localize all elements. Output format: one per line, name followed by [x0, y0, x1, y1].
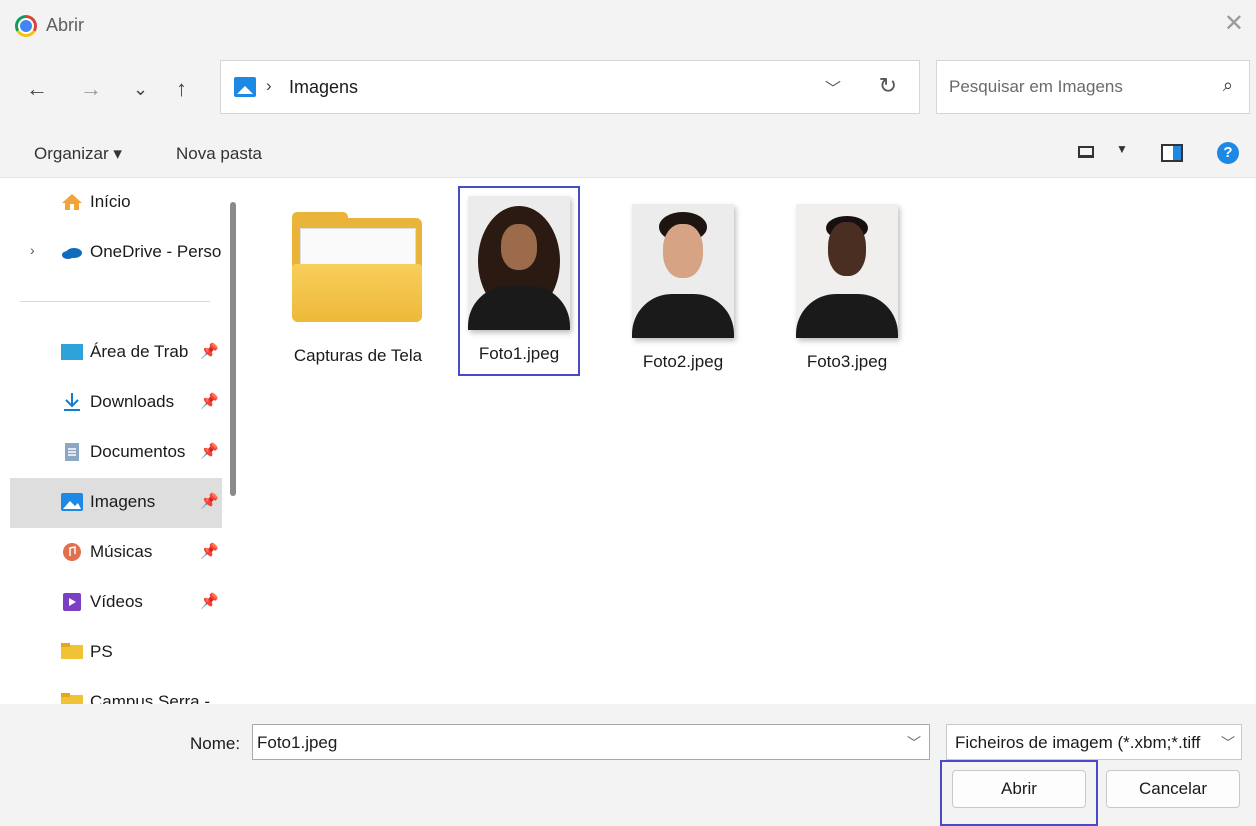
sidebar-item-pictures[interactable]: Imagens 📌: [10, 478, 222, 528]
sidebar-item-label: Documentos: [90, 442, 186, 461]
sidebar-item-label: Músicas: [90, 542, 153, 561]
navigation-pane: Início › OneDrive - Perso Área de Trab 📌…: [0, 178, 248, 704]
sidebar-item-label: Área de Trab: [90, 342, 189, 361]
file-name: Foto1.jpeg: [478, 344, 560, 363]
view-dropdown-icon[interactable]: ▼: [1116, 142, 1128, 156]
window-title: Abrir: [46, 15, 85, 35]
search-icon[interactable]: ⌕: [1223, 75, 1233, 96]
up-button[interactable]: ↑: [176, 76, 187, 102]
chrome-icon: [15, 15, 37, 37]
sidebar-item-label: Vídeos: [90, 592, 143, 611]
open-button[interactable]: Abrir: [952, 770, 1086, 808]
video-icon: [63, 593, 81, 611]
path-segment-imagens[interactable]: Imagens: [289, 77, 358, 98]
sidebar-item-documents[interactable]: Documentos 📌: [10, 428, 222, 478]
help-icon[interactable]: ?: [1217, 142, 1239, 164]
refresh-icon[interactable]: ↻: [879, 73, 897, 99]
file-name: Capturas de Tela: [293, 346, 423, 365]
sidebar-item-desktop[interactable]: Área de Trab 📌: [10, 328, 222, 378]
folder-front: [292, 264, 422, 322]
file-name: Foto2.jpeg: [642, 352, 724, 371]
file-name-value: Foto1.jpeg: [257, 733, 338, 752]
pictures-icon: [61, 493, 83, 511]
foto3-thumbnail: [796, 204, 898, 338]
sidebar-item-label: Downloads: [90, 392, 175, 411]
sidebar-item-label: Início: [90, 192, 131, 211]
sidebar-item-inicio[interactable]: Início: [10, 178, 222, 228]
chevron-down-icon[interactable]: ﹀: [907, 733, 921, 753]
title-bar: Abrir ✕: [0, 0, 1256, 52]
sidebar-divider: [20, 301, 210, 302]
music-icon: [63, 543, 81, 561]
command-bar: Organizar ▾ Nova pasta ▼ ?: [0, 128, 1256, 178]
file-type-value: Ficheiros de imagem (*.xbm;*.tiff: [955, 733, 1201, 752]
sidebar-item-label: Imagens: [90, 492, 156, 511]
pin-icon: 📌: [200, 393, 219, 410]
file-type-select[interactable]: Ficheiros de imagem (*.xbm;*.tiff ﹀: [946, 724, 1242, 760]
expand-chevron-icon[interactable]: ›: [30, 242, 35, 258]
sidebar-scrollbar[interactable]: [230, 202, 236, 496]
address-bar[interactable]: › Imagens ﹀ ↻: [220, 60, 920, 114]
file-list: Capturas de Tela Foto1.jpeg Foto2.jpeg F…: [248, 178, 1256, 704]
home-icon: [62, 194, 82, 210]
foto2-thumbnail: [632, 204, 734, 338]
sidebar-item-downloads[interactable]: Downloads 📌: [10, 378, 222, 428]
pin-icon: 📌: [200, 493, 219, 510]
pin-icon: 📌: [200, 343, 219, 360]
back-button[interactable]: ←: [26, 76, 48, 102]
sidebar-item-ps[interactable]: PS: [10, 628, 222, 678]
folder-icon: [61, 693, 83, 704]
cancel-button[interactable]: Cancelar: [1106, 770, 1240, 808]
document-icon: [65, 443, 79, 461]
recent-locations-button[interactable]: ⌄: [133, 76, 148, 102]
dialog-footer: Nome: Foto1.jpeg ﹀ Ficheiros de imagem (…: [0, 704, 1256, 826]
path-separator: ›: [266, 76, 272, 95]
search-input[interactable]: Pesquisar em Imagens: [949, 77, 1123, 97]
file-item-foto1[interactable]: Foto1.jpeg: [458, 186, 580, 376]
chevron-down-icon[interactable]: ﹀: [1219, 733, 1235, 753]
sidebar-item-music[interactable]: Músicas 📌: [10, 528, 222, 578]
sidebar-item-onedrive[interactable]: › OneDrive - Perso: [10, 228, 222, 278]
organize-button[interactable]: Organizar ▾: [34, 144, 122, 164]
file-name-label: Nome:: [190, 734, 241, 753]
sidebar-item-label: PS: [90, 642, 113, 661]
sidebar-item-label: OneDrive - Perso: [90, 242, 222, 261]
chevron-down-icon[interactable]: ﹀: [825, 75, 841, 99]
close-icon[interactable]: ✕: [1224, 10, 1244, 38]
pin-icon: 📌: [200, 543, 219, 560]
pictures-icon: [234, 77, 256, 97]
preview-pane-icon[interactable]: [1161, 144, 1183, 162]
file-name-input[interactable]: Foto1.jpeg ﹀: [252, 724, 930, 760]
sidebar-item-label: Campus Serra -: [90, 692, 210, 704]
download-icon: [64, 393, 80, 411]
sidebar-item-videos[interactable]: Vídeos 📌: [10, 578, 222, 628]
foto1-thumbnail: [468, 196, 570, 330]
navigation-bar: ← → ⌄ ↑ › Imagens ﹀ ↻ Pesquisar em Image…: [0, 52, 1256, 128]
pin-icon: 📌: [200, 593, 219, 610]
new-folder-button[interactable]: Nova pasta: [176, 144, 262, 164]
sidebar-item-campus-serra[interactable]: Campus Serra -: [10, 678, 222, 704]
desktop-icon: [61, 344, 83, 360]
search-box[interactable]: Pesquisar em Imagens ⌕: [936, 60, 1250, 114]
view-icon[interactable]: [1078, 146, 1094, 158]
file-name: Foto3.jpeg: [806, 352, 888, 371]
cloud-icon: [62, 248, 82, 259]
pin-icon: 📌: [200, 443, 219, 460]
forward-button[interactable]: →: [80, 76, 102, 102]
folder-icon: [61, 643, 83, 659]
